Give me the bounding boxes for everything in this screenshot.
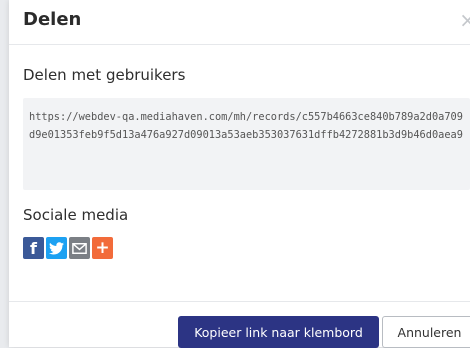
cancel-button[interactable]: Annuleren — [382, 316, 470, 348]
email-icon[interactable] — [69, 237, 90, 259]
dialog-header: Delen × — [9, 0, 470, 45]
close-icon[interactable]: × — [459, 10, 470, 30]
twitter-icon[interactable] — [46, 237, 67, 259]
dialog-title: Delen — [23, 9, 82, 30]
share-dialog: Delen × Delen met gebruikers https://web… — [9, 0, 470, 348]
share-url-box[interactable]: https://webdev-qa.mediahaven.com/mh/reco… — [23, 98, 470, 190]
plus-icon[interactable]: + — [92, 237, 113, 259]
footer-divider — [9, 301, 470, 302]
social-media-label: Sociale media — [23, 206, 129, 224]
facebook-icon[interactable]: f — [23, 237, 44, 259]
share-users-label: Delen met gebruikers — [23, 66, 186, 84]
copy-link-button[interactable]: Kopieer link naar klembord — [178, 316, 379, 348]
